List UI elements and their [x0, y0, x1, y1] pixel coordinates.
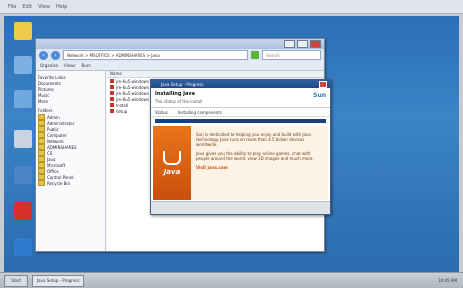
- ie-icon: [14, 238, 32, 256]
- java-setup-dialog: Java Setup - Progress Installing Java Th…: [150, 79, 331, 215]
- acrobat-icon: [14, 202, 32, 220]
- java-branding: Java: [153, 126, 191, 200]
- promo-paragraph-1: Sun is dedicated to helping you enjoy an…: [196, 132, 311, 147]
- address-input[interactable]: Network > MSOFFICE > ADMINSHARES > Java: [63, 50, 248, 60]
- tree-item-label: Control Panel: [47, 174, 74, 180]
- navigation-pane: Favorite Links Documents Pictures Music …: [36, 71, 106, 251]
- taskbar: Start Java Setup - Progress 10:45 AM: [0, 272, 463, 288]
- status-label: Status: [155, 109, 168, 115]
- menu-file[interactable]: File: [8, 4, 16, 10]
- menu-help[interactable]: Help: [56, 4, 67, 10]
- tree-item-label: Office: [47, 168, 59, 174]
- clock: 10:45 AM: [438, 278, 457, 283]
- desktop-icon-document[interactable]: [8, 166, 38, 184]
- document-icon: [14, 166, 32, 184]
- refresh-icon[interactable]: [251, 51, 259, 59]
- file-icon: [110, 85, 114, 89]
- status-row: Status Installing components: [151, 108, 330, 117]
- desktop-icon-ie[interactable]: [8, 238, 38, 256]
- file-name: jre-6u5-windows: [116, 96, 149, 102]
- promo-text: Sun is dedicated to helping you enjoy an…: [191, 126, 328, 200]
- desktop-icon-recycle[interactable]: [8, 130, 38, 148]
- tree-item-label: Public: [47, 126, 59, 132]
- tree-item-label: Computer: [47, 132, 67, 138]
- dialog-header: Installing Java The status of the instal…: [151, 88, 330, 108]
- file-name: Install: [116, 102, 129, 108]
- file-name: setup: [116, 108, 128, 114]
- address-bar-row: ‹ › Network > MSOFFICE > ADMINSHARES > J…: [36, 49, 324, 61]
- desktop-icon-computer[interactable]: [8, 56, 38, 74]
- toolbar-views[interactable]: Views: [64, 63, 76, 68]
- maximize-button[interactable]: [297, 40, 308, 48]
- tree-item-label: CS: [47, 150, 53, 156]
- dialog-title: Java Setup - Progress: [161, 81, 204, 87]
- java-wordmark: Java: [163, 167, 181, 176]
- back-icon[interactable]: ‹: [39, 50, 48, 60]
- recycle-bin-icon: [14, 130, 32, 148]
- search-input[interactable]: Search: [262, 50, 321, 60]
- file-name: jre-6u5-windows: [116, 90, 149, 96]
- dialog-titlebar[interactable]: Java Setup - Progress: [151, 80, 330, 88]
- folder-icon: [38, 180, 45, 186]
- progress-bar: [155, 119, 326, 123]
- file-name: jre-6u5-windows: [116, 84, 149, 90]
- close-button[interactable]: [310, 40, 321, 48]
- tree-item-label: Java: [47, 156, 56, 162]
- file-icon: [110, 97, 114, 101]
- nav-link[interactable]: More: [38, 98, 103, 104]
- toolbar-burn[interactable]: Burn: [82, 63, 91, 68]
- menu-edit[interactable]: Edit: [22, 4, 32, 10]
- java-link[interactable]: Visit java.com: [196, 165, 323, 170]
- desktop-icon-network[interactable]: [8, 90, 38, 108]
- tree-item-label: Network: [47, 138, 64, 144]
- file-icon: [110, 109, 114, 113]
- file-icon: [110, 103, 114, 107]
- dialog-body: Java Sun is dedicated to helping you enj…: [153, 126, 328, 200]
- dialog-subheading: The status of the install: [155, 99, 203, 104]
- dialog-close-button[interactable]: [319, 80, 327, 88]
- minimize-button[interactable]: [284, 40, 295, 48]
- promo-paragraph-2: Java gives you the ability to play onlin…: [196, 151, 314, 161]
- column-header-name[interactable]: Name: [107, 71, 324, 78]
- sun-logo-icon: Sun: [313, 92, 326, 99]
- status-value: Installing components: [177, 109, 222, 115]
- tree-item-label: ADMINSHARES: [47, 144, 77, 150]
- taskbar-item-java[interactable]: Java Setup - Progress: [32, 274, 85, 287]
- file-name: jre-6u5-windows: [116, 78, 149, 84]
- dialog-footer: [151, 201, 330, 214]
- file-icon: [110, 91, 114, 95]
- network-icon: [14, 90, 32, 108]
- computer-icon: [14, 56, 32, 74]
- toolbar-organize[interactable]: Organize: [40, 63, 58, 68]
- tree-item-label: Recycle Bin: [47, 180, 71, 186]
- tree-item-label: Microsoft: [47, 162, 66, 168]
- menu-bar: File Edit View Help: [0, 0, 463, 14]
- folder-icon: [14, 22, 32, 40]
- java-cup-icon: [163, 150, 181, 165]
- explorer-titlebar[interactable]: [36, 39, 324, 49]
- tree-item-label: Admin: [47, 114, 60, 120]
- explorer-toolbar: Organize Views Burn: [36, 61, 324, 71]
- start-button[interactable]: Start: [4, 274, 28, 287]
- file-icon: [110, 79, 114, 83]
- dialog-heading: Installing Java: [155, 91, 196, 97]
- forward-icon[interactable]: ›: [51, 50, 60, 60]
- tree-item[interactable]: Recycle Bin: [38, 180, 103, 186]
- desktop-icon-acrobat[interactable]: [8, 202, 38, 220]
- tree-item-label: Administrator: [47, 120, 75, 126]
- desktop-icon-folder[interactable]: [8, 22, 38, 40]
- menu-view[interactable]: View: [38, 4, 50, 10]
